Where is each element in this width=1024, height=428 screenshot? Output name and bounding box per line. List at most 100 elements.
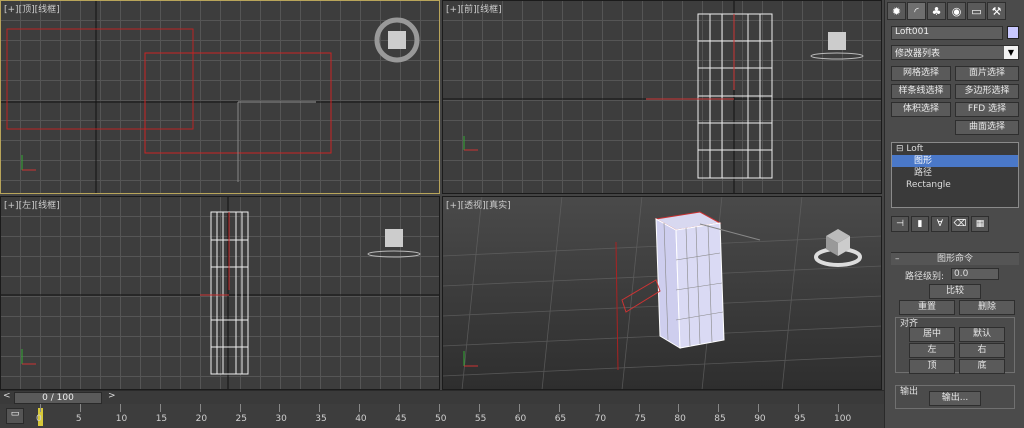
- ruler-tick-label: 10: [115, 414, 128, 424]
- ruler-tick-mark: [798, 404, 800, 412]
- modifier-list-dropdown[interactable]: 修改器列表 ▼: [891, 45, 1019, 60]
- viewport-perspective[interactable]: [+][透视][真实]: [442, 196, 882, 390]
- show-end-result-icon[interactable]: ▮: [911, 216, 929, 232]
- ruler-tick-label: 85: [714, 414, 726, 424]
- viewport-label-front[interactable]: [+][前][线框]: [446, 2, 502, 15]
- motion-tab-icon[interactable]: ◉: [947, 2, 966, 20]
- ruler-tick-mark: [478, 404, 480, 412]
- ruler-tick-mark: [518, 404, 520, 412]
- ruler-tick-mark: [718, 404, 720, 412]
- delete-button[interactable]: 删除: [959, 300, 1015, 315]
- reset-button[interactable]: 重置: [899, 300, 955, 315]
- align-bottom-button[interactable]: 底: [959, 359, 1005, 374]
- align-top-button[interactable]: 顶: [909, 359, 955, 374]
- patch-select-button[interactable]: 面片选择: [955, 66, 1019, 81]
- ruler-tick-label: 100: [834, 414, 852, 424]
- ruler-tick-mark: [119, 404, 121, 412]
- configure-sets-icon[interactable]: ▦: [971, 216, 989, 232]
- viewport-view-menu[interactable]: [前]: [461, 5, 477, 15]
- align-right-button[interactable]: 右: [959, 343, 1005, 358]
- vol-select-button[interactable]: 体积选择: [891, 102, 951, 117]
- viewport-plus-menu[interactable]: [+]: [446, 5, 461, 15]
- viewport-view-menu[interactable]: [左]: [19, 201, 35, 211]
- time-slider[interactable]: 0 / 100: [14, 392, 102, 404]
- rollout-title[interactable]: – 图形命令: [891, 253, 1019, 265]
- ruler-tick-label: 15: [155, 414, 168, 424]
- viewport-view-menu[interactable]: [顶]: [19, 5, 35, 15]
- viewport-left[interactable]: [+][左][线框]: [0, 196, 440, 390]
- ruler-tick-mark: [79, 404, 81, 412]
- ruler-tick-label: 60: [514, 414, 527, 424]
- viewport-front[interactable]: [+][前][线框]: [442, 0, 882, 194]
- ruler-tick-mark: [838, 404, 839, 412]
- time-slider-bar[interactable]: < 0 / 100 >: [0, 390, 884, 404]
- viewport-label-top[interactable]: [+][顶][线框]: [4, 2, 60, 15]
- viewport-label-left[interactable]: [+][左][线框]: [4, 198, 60, 211]
- modifier-list-label: 修改器列表: [895, 49, 941, 59]
- object-name-field[interactable]: Loft001: [891, 26, 1003, 40]
- viewport-view-menu[interactable]: [透视]: [461, 201, 486, 211]
- prev-frame-icon[interactable]: <: [3, 391, 11, 401]
- stack-item-path[interactable]: 路径: [892, 167, 1018, 179]
- make-unique-icon[interactable]: ∀: [931, 216, 949, 232]
- align-default-button[interactable]: 默认: [959, 327, 1005, 342]
- ruler-tick-label: 90: [754, 414, 766, 424]
- ruler-tick-label: 75: [634, 414, 646, 424]
- stack-item-loft[interactable]: ⊟ Loft: [892, 143, 1018, 155]
- modifier-stack[interactable]: ⊟ Loft 图形 路径 Rectangle: [891, 142, 1019, 208]
- ffd-select-button[interactable]: FFD 选择: [955, 102, 1019, 117]
- ruler-tick-mark: [319, 404, 321, 412]
- next-frame-icon[interactable]: >: [108, 391, 116, 401]
- ruler-tick-label: 30: [275, 414, 287, 424]
- viewport-perspective-scene: [442, 196, 882, 390]
- chevron-down-icon[interactable]: ▼: [1004, 46, 1018, 59]
- compare-button[interactable]: 比较: [929, 284, 981, 299]
- ruler-tick-mark: [40, 404, 41, 412]
- spline-select-button[interactable]: 样条线选择: [891, 84, 951, 99]
- poly-select-button[interactable]: 多边形选择: [955, 84, 1019, 99]
- display-tab-icon[interactable]: ▭: [967, 2, 986, 20]
- output-group-title: 输出: [900, 387, 919, 397]
- stack-toolbar: ⊣ ▮ ∀ ⌫ ▦: [891, 216, 1019, 232]
- object-color-swatch[interactable]: [1007, 26, 1019, 39]
- output-button[interactable]: 输出...: [929, 391, 981, 406]
- ruler-tick-mark: [678, 404, 680, 412]
- path-level-spinner[interactable]: 0.0: [951, 268, 999, 280]
- stack-item-shape[interactable]: 图形: [892, 155, 1018, 167]
- pin-stack-icon[interactable]: ⊣: [891, 216, 909, 232]
- remove-modifier-icon[interactable]: ⌫: [951, 216, 969, 232]
- viewport-shading-menu[interactable]: [线框]: [35, 201, 60, 211]
- collapse-icon[interactable]: –: [895, 253, 900, 265]
- viewport-shading-menu[interactable]: [线框]: [35, 5, 60, 15]
- viewport-left-scene: [0, 196, 440, 390]
- surface-select-button[interactable]: 曲面选择: [955, 120, 1019, 135]
- viewport-label-perspective[interactable]: [+][透视][真实]: [446, 198, 511, 211]
- viewport-plus-menu[interactable]: [+]: [4, 5, 19, 15]
- viewport-shading-menu[interactable]: [真实]: [486, 201, 511, 211]
- create-tab-icon[interactable]: ✹: [887, 2, 906, 20]
- stack-item-rectangle[interactable]: Rectangle: [892, 179, 1018, 191]
- path-level-label: 路径级别:: [905, 272, 945, 282]
- utilities-tab-icon[interactable]: ⚒: [987, 2, 1006, 20]
- ruler-tick-mark: [199, 404, 201, 412]
- command-panel: ✹ ◜ ♣ ◉ ▭ ⚒ Loft001 修改器列表 ▼ 网格选择 面片选择 样条…: [884, 0, 1024, 428]
- track-bar[interactable]: ▭ 0 5 10 15 20 25 30 35 40 45 50 55 60 65 70 75 80 85 90 95…: [0, 404, 884, 428]
- curve-editor-icon[interactable]: ▭: [6, 408, 24, 424]
- hierarchy-tab-icon[interactable]: ♣: [927, 2, 946, 20]
- viewport-plus-menu[interactable]: [+]: [4, 201, 19, 211]
- viewport-shading-menu[interactable]: [线框]: [477, 5, 502, 15]
- align-left-button[interactable]: 左: [909, 343, 955, 358]
- mesh-select-button[interactable]: 网格选择: [891, 66, 951, 81]
- ruler-tick-label: 35: [315, 414, 327, 424]
- align-center-button[interactable]: 居中: [909, 327, 955, 342]
- ruler-tick-label: 80: [674, 414, 686, 424]
- ruler-tick-mark: [638, 404, 640, 412]
- ruler-tick-mark: [439, 404, 440, 412]
- ruler-tick-mark: [279, 404, 281, 412]
- viewport-top[interactable]: [+][顶][线框]: [0, 0, 440, 194]
- ruler-tick-mark: [399, 404, 401, 412]
- viewport-plus-menu[interactable]: [+]: [446, 201, 461, 211]
- viewport-front-scene: [442, 0, 882, 194]
- ruler-tick-label: 65: [554, 414, 567, 424]
- modify-tab-icon[interactable]: ◜: [907, 2, 926, 20]
